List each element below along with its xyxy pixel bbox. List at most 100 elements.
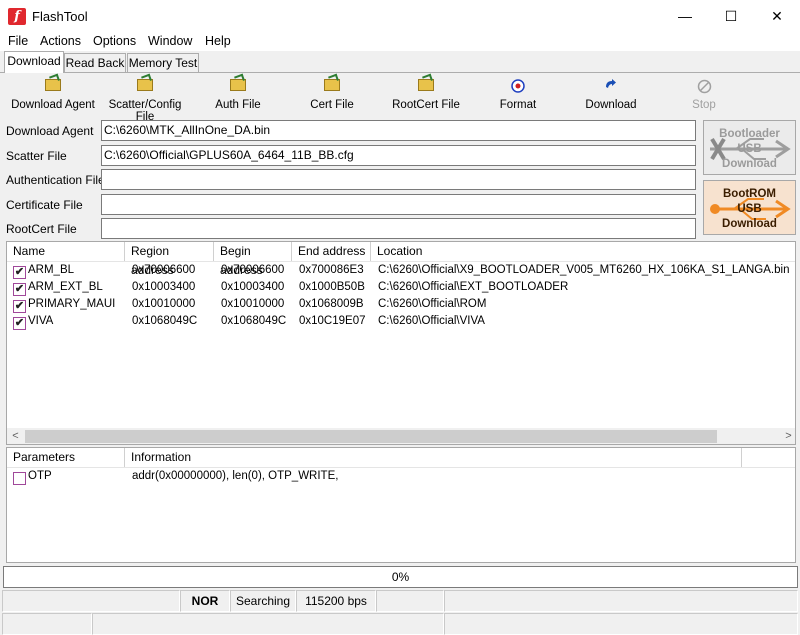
region-checkbox[interactable]: ✔ <box>13 266 26 279</box>
column-header-information[interactable]: Information <box>125 448 742 467</box>
menu-actions[interactable]: Actions <box>40 34 81 48</box>
parameters-table: Parameters Information OTP addr(0x000000… <box>6 447 796 563</box>
rootcert-file-label: RootCert File <box>6 222 77 236</box>
scroll-right-icon[interactable]: > <box>780 428 795 444</box>
end-address: 0x700086E3 <box>299 264 364 276</box>
status-bar: NOR Searching 115200 bps <box>0 590 800 635</box>
bootrom-line-2: USB <box>737 203 762 215</box>
column-header-name[interactable]: Name <box>7 242 125 261</box>
region-address: 0x10003400 <box>132 281 196 293</box>
format-icon <box>496 79 540 95</box>
menu-help[interactable]: Help <box>205 34 231 48</box>
region-checkbox[interactable]: ✔ <box>13 283 26 296</box>
minimize-button[interactable]: — <box>662 0 708 32</box>
scatter-file-field[interactable]: C:\6260\Official\GPLUS60A_6464_11B_BB.cf… <box>101 145 696 166</box>
certificate-file-label: Certificate File <box>6 198 83 212</box>
region-address: 0x1068049C <box>132 315 198 327</box>
region-name: PRIMARY_MAUI <box>28 298 116 310</box>
flash-type-status: NOR <box>180 590 230 612</box>
authentication-file-label: Authentication File <box>6 173 105 187</box>
flashtool-logo-icon: f <box>8 8 26 25</box>
format-tool-button[interactable]: Format <box>496 79 540 111</box>
bootloader-line-2: USB <box>737 143 762 155</box>
rootcert-file-tool-button[interactable]: RootCert File <box>388 79 464 111</box>
bootrom-usb-download-button[interactable]: BootROM USB Download <box>703 180 796 235</box>
toolbar: Download Agent Scatter/Config File Auth … <box>0 74 800 123</box>
location: C:\6260\Official\EXT_BOOTLOADER <box>378 281 569 293</box>
column-header-parameters[interactable]: Parameters <box>7 448 125 467</box>
folder-open-icon <box>302 79 362 95</box>
end-address: 0x1068009B <box>299 298 364 310</box>
folder-open-icon <box>208 79 268 95</box>
close-button[interactable]: ✕ <box>754 0 800 32</box>
maximize-button[interactable]: ☐ <box>708 0 754 32</box>
progress-text: 0% <box>391 570 410 584</box>
rootcert-file-field[interactable] <box>101 218 696 239</box>
column-header-location[interactable]: Location <box>371 242 795 261</box>
bootrom-line-3: Download <box>722 218 777 230</box>
table-row[interactable]: ✔ ARM_EXT_BL 0x10003400 0x10003400 0x100… <box>7 280 795 297</box>
otp-checkbox[interactable] <box>13 472 26 485</box>
end-address: 0x10C19E07 <box>299 315 366 327</box>
auth-file-tool-button[interactable]: Auth File <box>208 79 268 111</box>
column-header-region[interactable]: Region address <box>125 242 214 277</box>
cert-file-tool-button[interactable]: Cert File <box>302 79 362 111</box>
table-row[interactable]: OTP addr(0x00000000), len(0), OTP_WRITE, <box>7 469 795 486</box>
stop-tool-button[interactable]: Stop <box>686 79 722 111</box>
download-agent-tool-button[interactable]: Download Agent <box>10 79 96 111</box>
tool-label: Cert File <box>310 99 354 111</box>
begin-address: 0x10010000 <box>221 298 285 310</box>
region-address: 0x70006600 <box>132 264 196 276</box>
menu-options[interactable]: Options <box>93 34 136 48</box>
folder-open-icon <box>10 79 96 95</box>
region-checkbox[interactable]: ✔ <box>13 300 26 313</box>
column-header-begin[interactable]: Begin address <box>214 242 292 277</box>
parameter-info: addr(0x00000000), len(0), OTP_WRITE, <box>132 470 339 482</box>
column-header-end[interactable]: End address <box>292 242 371 261</box>
folder-open-icon <box>388 79 464 95</box>
tool-label: Download <box>585 99 637 111</box>
connection-state-status: Searching <box>230 590 296 612</box>
tab-divider <box>0 72 800 73</box>
tab-memory-test[interactable]: Memory Test <box>127 53 199 73</box>
begin-address: 0x1068049C <box>221 315 287 327</box>
table-row[interactable]: ✔ PRIMARY_MAUI 0x10010000 0x10010000 0x1… <box>7 297 795 314</box>
download-agent-label: Download Agent <box>6 124 94 138</box>
tab-strip: Download Read Back Memory Test <box>0 51 800 73</box>
region-name: ARM_BL <box>28 264 75 276</box>
horizontal-scrollbar[interactable]: < > <box>7 428 795 444</box>
tool-label: Download Agent <box>11 99 95 111</box>
tool-label: Stop <box>692 99 716 111</box>
tab-read-back[interactable]: Read Back <box>64 53 126 73</box>
location: C:\6260\Official\ROM <box>378 298 487 310</box>
table-row[interactable]: ✔ ARM_BL 0x70006600 0x70006600 0x700086E… <box>7 263 795 280</box>
download-tool-button[interactable]: Download <box>584 79 638 111</box>
tab-download[interactable]: Download <box>4 51 64 73</box>
menu-window[interactable]: Window <box>148 34 192 48</box>
menu-file[interactable]: File <box>8 34 28 48</box>
scroll-left-icon[interactable]: < <box>7 428 24 444</box>
region-name: ARM_EXT_BL <box>28 281 103 293</box>
location: C:\6260\Official\VIVA <box>378 315 485 327</box>
region-name: VIVA <box>28 315 54 327</box>
scrollbar-thumb[interactable] <box>25 430 717 443</box>
certificate-file-field[interactable] <box>101 194 696 215</box>
download-agent-field[interactable]: C:\6260\MTK_AllInOne_DA.bin <box>101 120 696 141</box>
table-row[interactable]: ✔ VIVA 0x1068049C 0x1068049C 0x10C19E07 … <box>7 314 795 331</box>
end-address: 0x1000B50B <box>299 281 365 293</box>
bootloader-line-1: Bootloader <box>719 128 780 140</box>
download-icon <box>584 79 638 95</box>
bootrom-line-1: BootROM <box>722 188 776 200</box>
region-checkbox[interactable]: ✔ <box>13 317 26 330</box>
begin-address: 0x10003400 <box>221 281 285 293</box>
begin-address: 0x70006600 <box>221 264 285 276</box>
bootloader-line-3: Download <box>722 158 777 170</box>
folder-open-icon <box>98 79 192 95</box>
scatter-config-tool-button[interactable]: Scatter/Config File <box>98 79 192 123</box>
menu-bar: File Actions Options Window Help <box>0 32 800 51</box>
bootloader-usb-download-button[interactable]: Bootloader USB Download <box>703 120 796 175</box>
location: C:\6260\Official\X9_BOOTLOADER_V005_MT62… <box>378 264 790 276</box>
baud-rate-status: 115200 bps <box>296 590 376 612</box>
scatter-file-label: Scatter File <box>6 149 67 163</box>
authentication-file-field[interactable] <box>101 169 696 190</box>
